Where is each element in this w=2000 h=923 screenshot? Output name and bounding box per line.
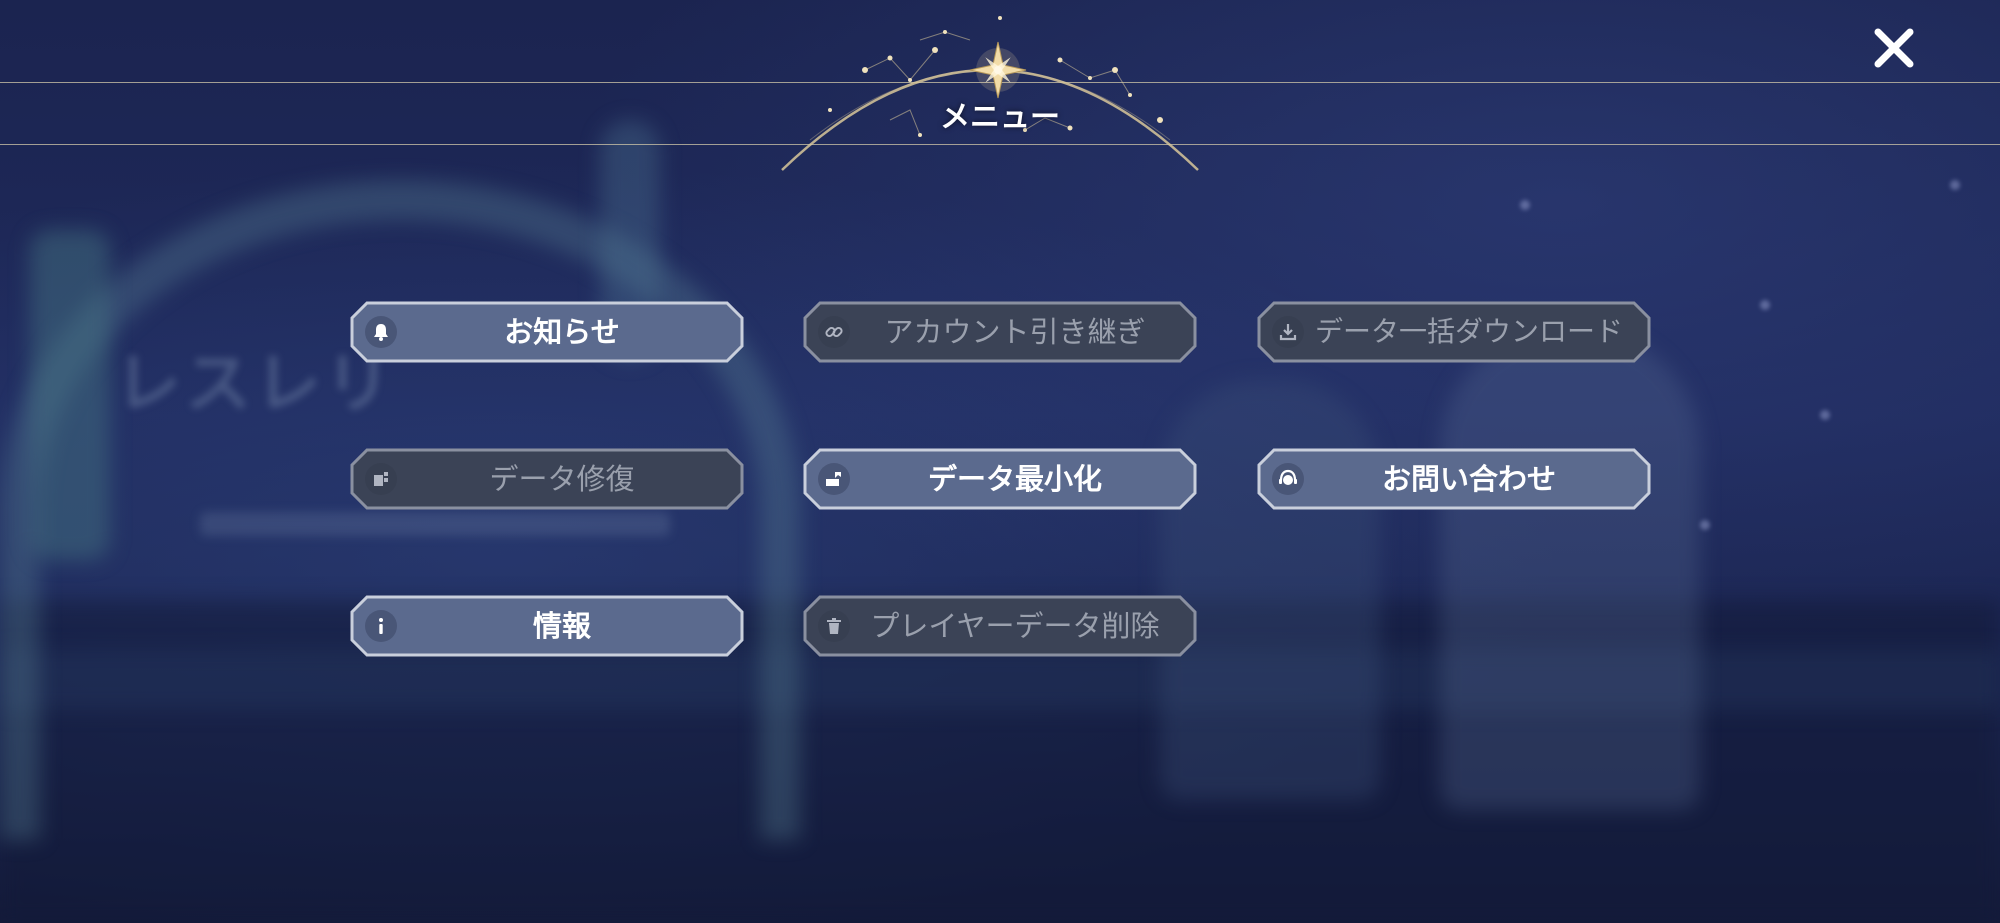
data-minimize-button[interactable]: データ最小化	[802, 447, 1198, 511]
background-star	[1950, 180, 1960, 190]
page-title: メニュー	[940, 100, 1060, 135]
delete-player-data-label: プレイヤーデータ削除	[870, 609, 1160, 643]
info-label: 情報	[532, 609, 591, 643]
account-transfer-label: アカウント引き継ぎ	[884, 315, 1146, 349]
contact-label: お問い合わせ	[1381, 462, 1556, 496]
background-star	[1700, 520, 1710, 530]
background-star	[1520, 200, 1530, 210]
background-logo-subtitle	[200, 512, 670, 536]
notice-button[interactable]: お知らせ	[349, 300, 745, 364]
account-transfer-button[interactable]: アカウント引き継ぎ	[802, 300, 1198, 364]
data-repair-label: データ修復	[489, 462, 635, 496]
bulk-download-button[interactable]: データ一括ダウンロード	[1256, 300, 1652, 364]
background-pillar	[30, 230, 110, 560]
data-repair-button[interactable]: データ修復	[349, 447, 745, 511]
contact-button[interactable]: お問い合わせ	[1256, 447, 1652, 511]
background-star	[1760, 300, 1770, 310]
info-button[interactable]: 情報	[349, 594, 745, 658]
bulk-download-label: データ一括ダウンロード	[1314, 315, 1623, 348]
notice-label: お知らせ	[504, 315, 620, 349]
data-minimize-label: データ最小化	[927, 462, 1102, 496]
background-character	[1160, 380, 1380, 800]
menu-screen: レスレリ メニュー お知らせ アカウント引き継ぎ データ一括ダウンロード データ…	[0, 0, 2000, 923]
compass-star-icon	[969, 41, 1027, 99]
close-icon[interactable]	[1864, 18, 1924, 78]
background-star	[1820, 410, 1830, 420]
background-character	[1440, 330, 1700, 810]
delete-player-data-button[interactable]: プレイヤーデータ削除	[802, 594, 1198, 658]
